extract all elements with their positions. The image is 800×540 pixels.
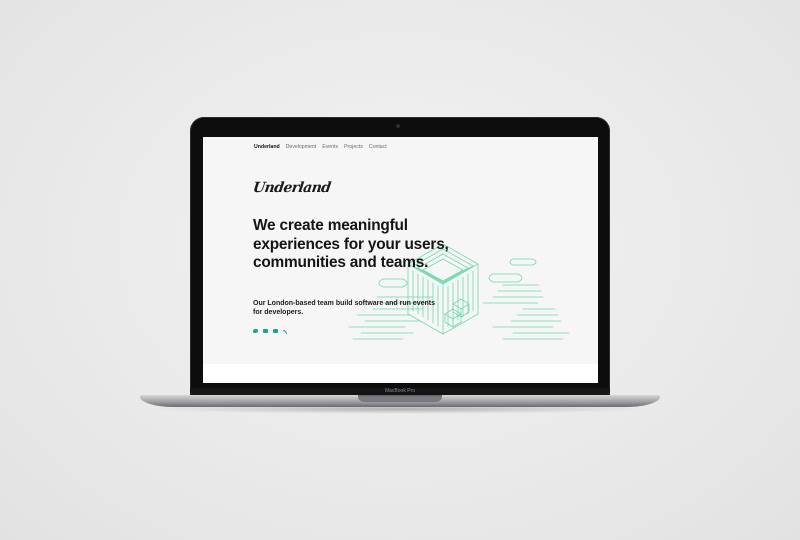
- laptop-base: [140, 395, 660, 407]
- content-section-edge: [203, 364, 598, 383]
- nav-item-development[interactable]: Development: [286, 144, 317, 150]
- email-icon[interactable]: [273, 329, 278, 333]
- nav-item-events[interactable]: Events: [322, 144, 338, 150]
- twitter-icon[interactable]: [253, 329, 258, 333]
- nav-item-projects[interactable]: Projects: [344, 144, 363, 150]
- nav-brand-link[interactable]: Underland: [254, 144, 280, 150]
- model-label: MacBook Pro: [190, 388, 610, 395]
- laptop-mockup: Underland Development Events Projects Co…: [0, 0, 800, 540]
- camera-icon: [396, 124, 400, 128]
- hero-headline: We create meaningful experiences for you…: [253, 217, 449, 271]
- rss-icon[interactable]: [283, 330, 287, 334]
- github-icon[interactable]: [263, 329, 268, 333]
- top-nav: Underland Development Events Projects Co…: [254, 144, 387, 150]
- laptop-screen: Underland Development Events Projects Co…: [203, 137, 598, 383]
- hero-subheading: Our London-based team build software and…: [253, 300, 436, 316]
- underland-logo: Underland: [251, 180, 332, 196]
- social-links: [253, 329, 287, 334]
- nav-item-contact[interactable]: Contact: [369, 144, 387, 150]
- laptop-lid: Underland Development Events Projects Co…: [190, 117, 610, 395]
- lid-opening-notch: [358, 395, 442, 402]
